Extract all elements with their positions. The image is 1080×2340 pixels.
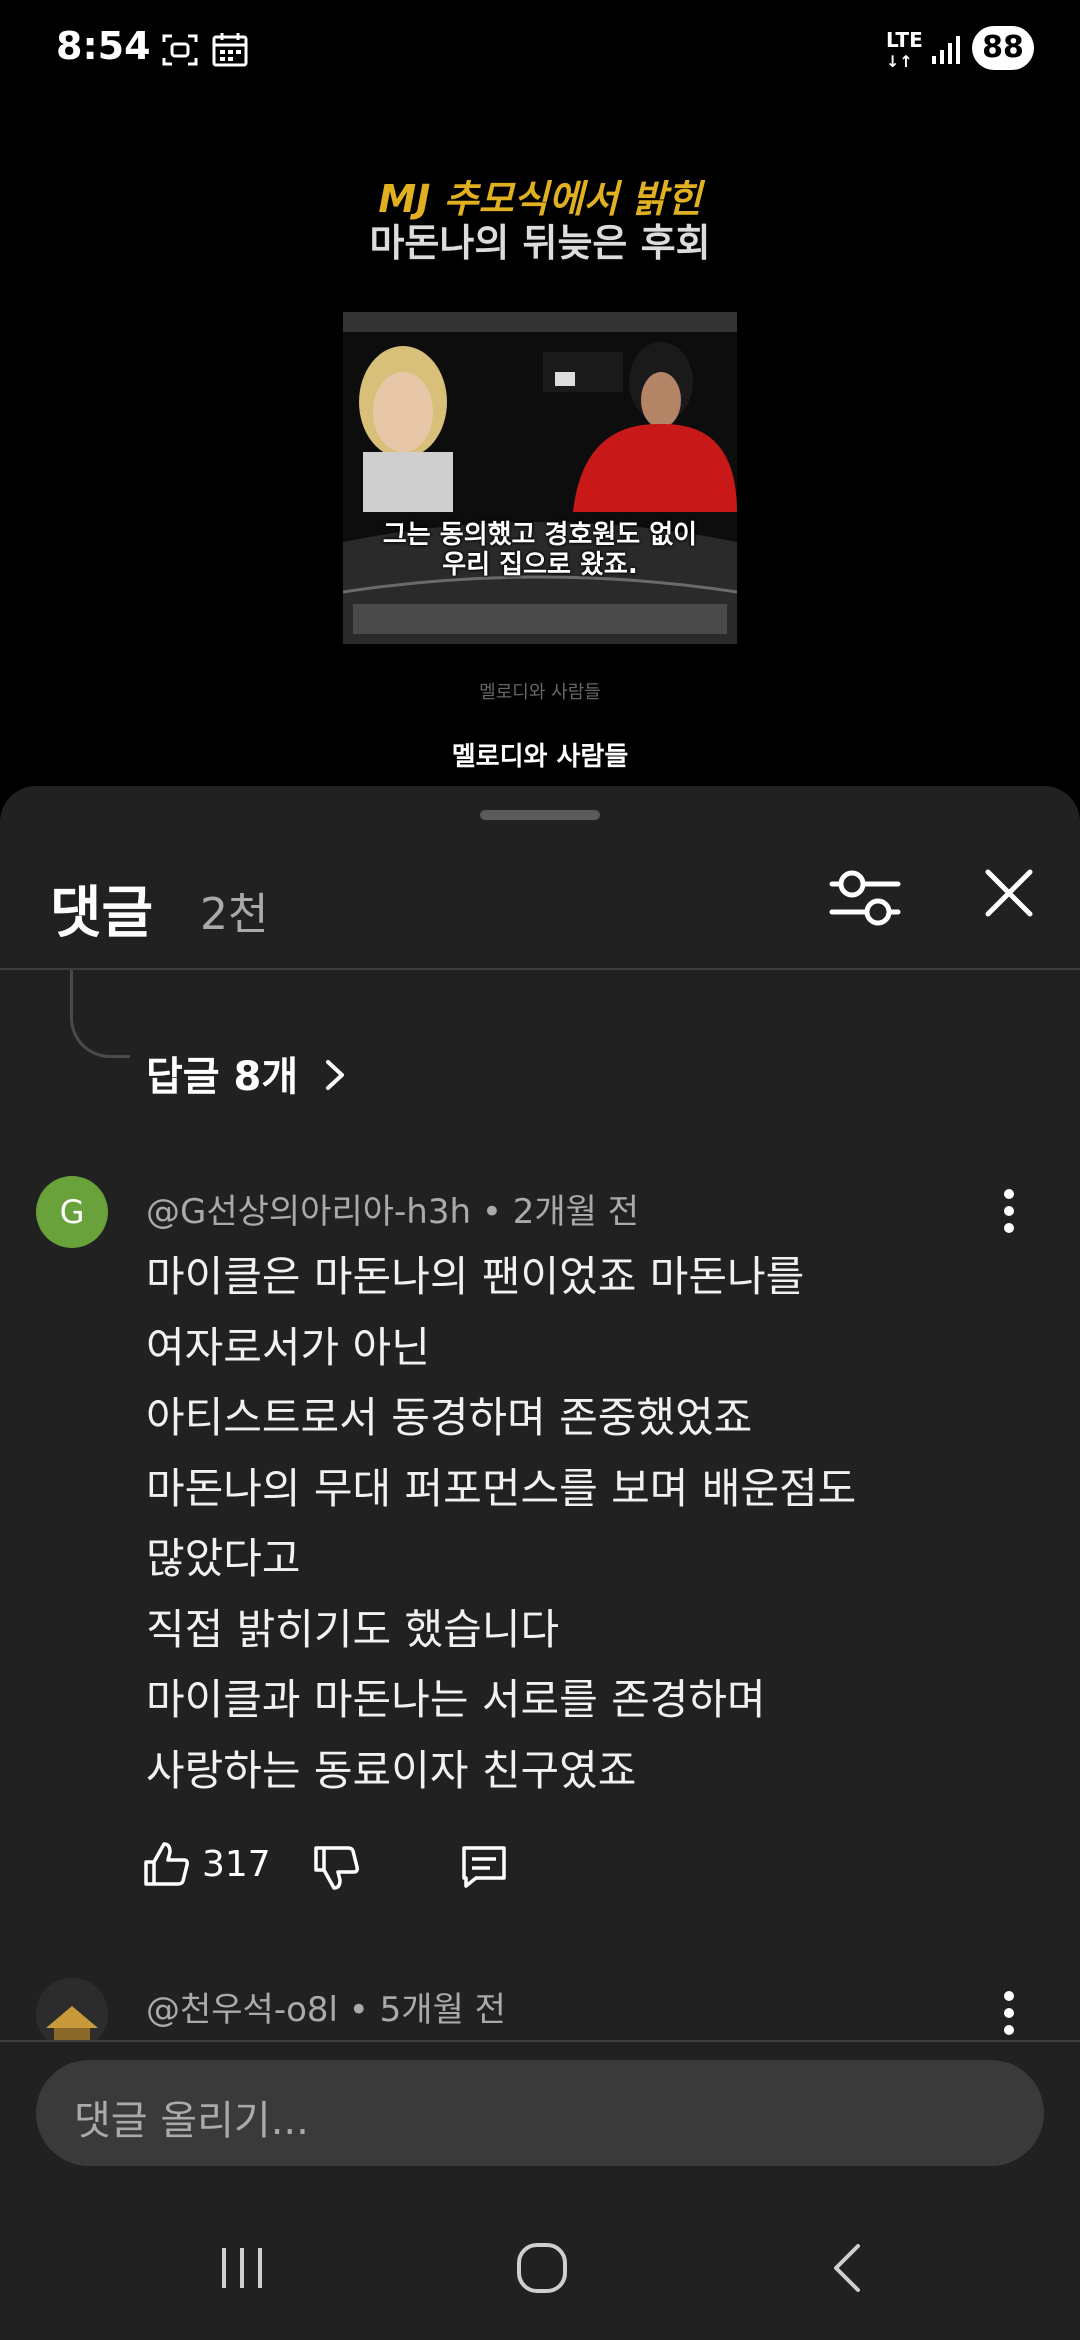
chevron-right-icon	[326, 1060, 345, 1090]
signal-icon	[932, 36, 960, 64]
comments-title: 댓글	[50, 881, 154, 946]
status-bar: 8:54 LTE ↓↑ 88	[0, 0, 1080, 100]
comment-line: 마이클은 마돈나의 팬이었죠 마돈나를	[146, 1252, 805, 1301]
comment-meta: @천우석-o8l • 5개월 전	[146, 1990, 506, 2030]
more-vert-icon[interactable]	[994, 1186, 1024, 1236]
like-icon[interactable]	[140, 1838, 192, 1890]
calendar-icon	[212, 33, 248, 67]
filter-icon[interactable]	[826, 862, 904, 934]
comments-count: 2천	[200, 889, 269, 940]
reply-icon[interactable]	[458, 1840, 510, 1892]
back-icon[interactable]	[820, 2240, 876, 2296]
comment-line: 사랑하는 동료이자 친구였죠	[146, 1745, 637, 1795]
system-nav-bar	[0, 2200, 1080, 2340]
more-vert-icon[interactable]	[994, 1988, 1024, 2038]
video-player[interactable]: MJ 추모식에서 밝힌 마돈나의 뒤늦은 후회 그는 동의했고 경호원도 없이 …	[0, 100, 1080, 790]
comments-panel: 댓글 2천 답글 8개 G @G선상의아리아-h3h • 2개월 전 마이클은 …	[0, 786, 1080, 2340]
view-replies-button[interactable]: 답글 8개	[146, 1044, 348, 1102]
clock: 8:54	[56, 24, 151, 68]
comment-input-placeholder: 댓글 올리기...	[74, 2098, 309, 2144]
network-type: LTE ↓↑	[886, 28, 923, 71]
screenshot-icon	[162, 34, 198, 66]
comment-input[interactable]: 댓글 올리기...	[36, 2060, 1044, 2166]
comment-line: 직접 밝히기도 했습니다	[146, 1604, 560, 1654]
comment-line: 아티스트로서 동경하며 존중했었죠	[146, 1393, 753, 1442]
comment-meta: @G선상의아리아-h3h • 2개월 전	[146, 1192, 639, 1232]
like-count: 317	[202, 1844, 271, 1885]
thumbnail-image	[343, 312, 737, 644]
avatar[interactable]: G	[36, 1176, 108, 1248]
comment-body: 마이클은 마돈나의 팬이었죠 마돈나를 여자로서가 아닌 아티스트로서 동경하며…	[146, 1242, 1046, 1806]
comment-line: 마돈나의 무대 퍼포먼스를 보며 배운점도	[146, 1463, 857, 1513]
home-icon[interactable]	[514, 2240, 570, 2296]
comment-line: 여자로서가 아닌	[146, 1322, 430, 1372]
drag-handle[interactable]	[480, 810, 600, 820]
video-thumbnail: 그는 동의했고 경호원도 없이 우리 집으로 왔죠.	[343, 312, 737, 644]
thread-connector	[70, 970, 130, 1058]
channel-watermark: 멜로디와 사람들	[479, 682, 601, 703]
comment-line: 마이클과 마돈나는 서로를 존경하며	[146, 1675, 766, 1724]
comment-input-bar: 댓글 올리기...	[0, 2040, 1080, 2226]
comment-actions: 317	[140, 1836, 740, 1896]
thumbnail-caption: 그는 동의했고 경호원도 없이 우리 집으로 왔죠.	[382, 520, 698, 580]
video-title-line2: 마돈나의 뒤늦은 후회	[369, 221, 711, 265]
close-icon[interactable]	[980, 864, 1038, 922]
channel-logo-text: 멜로디와 사람들	[451, 742, 629, 772]
battery-level: 88	[972, 26, 1034, 70]
recent-apps-icon[interactable]	[214, 2240, 270, 2296]
comment-line: 많았다고	[146, 1534, 301, 1583]
header-divider	[0, 968, 1080, 970]
dislike-icon[interactable]	[310, 1842, 362, 1894]
